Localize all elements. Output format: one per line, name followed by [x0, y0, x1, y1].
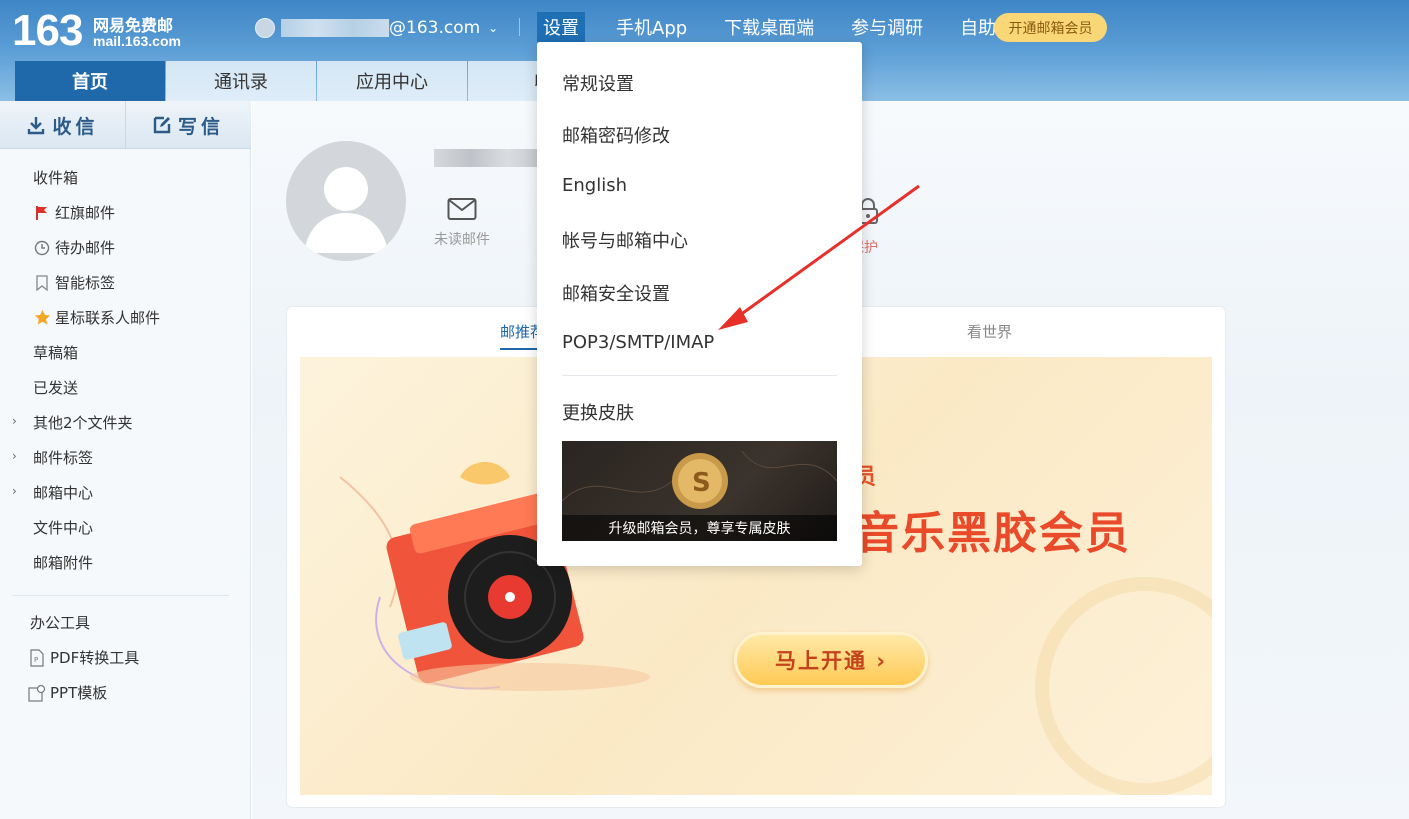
tool-label: PPT模板 — [50, 684, 108, 702]
folder-label: 智能标签 — [55, 274, 116, 292]
tools-title-label: 办公工具 — [30, 614, 91, 632]
nav-settings[interactable]: 设置 — [537, 12, 585, 42]
nav-separator — [519, 18, 520, 36]
folder-label: 星标联系人邮件 — [55, 309, 161, 327]
clock-icon — [33, 239, 51, 257]
skin-promo-banner[interactable]: S 升级邮箱会员，尊享专属皮肤 — [562, 441, 837, 541]
nav-survey[interactable]: 参与调研 — [845, 12, 929, 42]
tool-ppt-template[interactable]: PPT模板 — [0, 675, 251, 710]
main-tabs: 首页 通讯录 应用中心 收 — [15, 61, 619, 101]
account-name-blurred — [281, 19, 389, 37]
folder-attachments[interactable]: 邮箱附件 — [0, 545, 251, 580]
logo-domain[interactable]: mail.163.com — [93, 33, 181, 49]
star-icon — [33, 309, 51, 327]
compose-bar: 收信 写信 — [0, 101, 251, 149]
menu-pop3-smtp-imap[interactable]: POP3/SMTP/IMAP — [562, 332, 714, 353]
coin-watermark — [1035, 577, 1212, 795]
office-tools-title[interactable]: 办公工具 — [0, 605, 251, 640]
unread-mail-stat[interactable]: 未读邮件 — [434, 197, 490, 249]
folder-label: 红旗邮件 — [55, 204, 116, 222]
receive-mail-label: 收信 — [52, 115, 99, 138]
tool-pdf-converter[interactable]: P PDF转换工具 — [0, 640, 251, 675]
chevron-right-icon[interactable]: › — [12, 484, 17, 498]
folder-label: 其他2个文件夹 — [33, 414, 133, 432]
unread-mail-label: 未读邮件 — [434, 232, 490, 248]
bookmark-icon — [33, 274, 51, 292]
edit-icon — [153, 116, 171, 134]
settings-dropdown: 常规设置 邮箱密码修改 English 帐号与邮箱中心 邮箱安全设置 POP3/… — [537, 42, 862, 566]
chevron-right-icon[interactable]: › — [12, 449, 17, 463]
ppt-template-icon — [28, 684, 46, 702]
pdf-file-icon: P — [28, 648, 46, 667]
nav-desktop-download[interactable]: 下载桌面端 — [718, 12, 820, 42]
folder-label: 待办邮件 — [55, 239, 116, 257]
folder-red-flag[interactable]: 红旗邮件 — [0, 195, 251, 230]
folder-todo[interactable]: 待办邮件 — [0, 230, 251, 265]
folder-file-center[interactable]: 文件中心 — [0, 510, 251, 545]
folder-mail-tags[interactable]: › 邮件标签 — [0, 440, 251, 475]
chevron-right-icon[interactable]: › — [12, 414, 17, 428]
tab-contacts[interactable]: 通讯录 — [166, 61, 316, 101]
download-icon — [28, 117, 45, 135]
user-silhouette-icon — [304, 167, 388, 253]
envelope-icon — [447, 198, 477, 220]
menu-password-change[interactable]: 邮箱密码修改 — [562, 122, 670, 148]
folder-smart-tags[interactable]: 智能标签 — [0, 265, 251, 300]
logo-number[interactable]: 163 — [12, 6, 83, 56]
account-avatar-icon — [255, 18, 275, 38]
skin-promo-caption: 升级邮箱会员，尊享专属皮肤 — [562, 515, 837, 541]
write-mail-button[interactable]: 写信 — [125, 101, 250, 149]
menu-general-settings[interactable]: 常规设置 — [562, 70, 634, 96]
username-blurred — [434, 149, 544, 167]
menu-change-skin[interactable]: 更换皮肤 — [562, 399, 634, 425]
folder-list: 收件箱 红旗邮件 待办邮件 智能标签 星标联系人邮件 草稿箱 已发送 › 其他2个… — [0, 160, 251, 580]
sidebar-divider — [12, 595, 229, 596]
folder-label: 邮件标签 — [33, 449, 94, 467]
folder-mail-center[interactable]: › 邮箱中心 — [0, 475, 251, 510]
svg-text:S: S — [692, 468, 711, 498]
tab-app-center[interactable]: 应用中心 — [317, 61, 467, 101]
office-tools: 办公工具 P PDF转换工具 PPT模板 — [0, 605, 251, 710]
nav-mobile-app[interactable]: 手机App — [610, 12, 693, 42]
folder-label: 文件中心 — [33, 519, 94, 537]
chevron-down-icon[interactable]: ⌄ — [488, 21, 498, 35]
account-menu[interactable]: @163.com ⌄ — [255, 16, 498, 40]
menu-account-center[interactable]: 帐号与邮箱中心 — [562, 227, 688, 253]
tool-label: PDF转换工具 — [50, 649, 140, 667]
account-email-suffix: @163.com — [389, 18, 481, 38]
folder-label: 邮箱中心 — [33, 484, 94, 502]
folder-label: 草稿箱 — [33, 344, 79, 362]
vip-membership-button[interactable]: 开通邮箱会员 — [994, 13, 1107, 42]
menu-english[interactable]: English — [562, 175, 627, 196]
tab-home[interactable]: 首页 — [15, 61, 165, 101]
folder-label: 收件箱 — [33, 169, 79, 187]
svg-text:P: P — [34, 656, 38, 664]
activate-now-button[interactable]: 马上开通 › — [734, 632, 928, 688]
menu-security-settings[interactable]: 邮箱安全设置 — [562, 280, 670, 306]
folder-label: 已发送 — [33, 379, 79, 397]
folder-label: 邮箱附件 — [33, 554, 94, 572]
tab-world[interactable]: 看世界 — [967, 321, 1012, 342]
sidebar: 收信 写信 收件箱 红旗邮件 待办邮件 智能标签 星标联系人邮件 草稿箱 已发送… — [0, 101, 251, 819]
folder-other[interactable]: › 其他2个文件夹 — [0, 405, 251, 440]
write-mail-label: 写信 — [177, 115, 224, 138]
receive-mail-button[interactable]: 收信 — [0, 101, 125, 149]
top-nav: 设置 手机App 下载桌面端 参与调研 自助查询 — [537, 12, 1063, 42]
folder-drafts[interactable]: 草稿箱 — [0, 335, 251, 370]
folder-star-contacts[interactable]: 星标联系人邮件 — [0, 300, 251, 335]
menu-divider — [562, 375, 837, 376]
folder-sent[interactable]: 已发送 — [0, 370, 251, 405]
profile-avatar[interactable] — [286, 141, 406, 261]
banner-title: 音乐黑胶会员 — [855, 508, 1131, 559]
folder-inbox[interactable]: 收件箱 — [0, 160, 251, 195]
red-flag-icon — [33, 204, 51, 222]
